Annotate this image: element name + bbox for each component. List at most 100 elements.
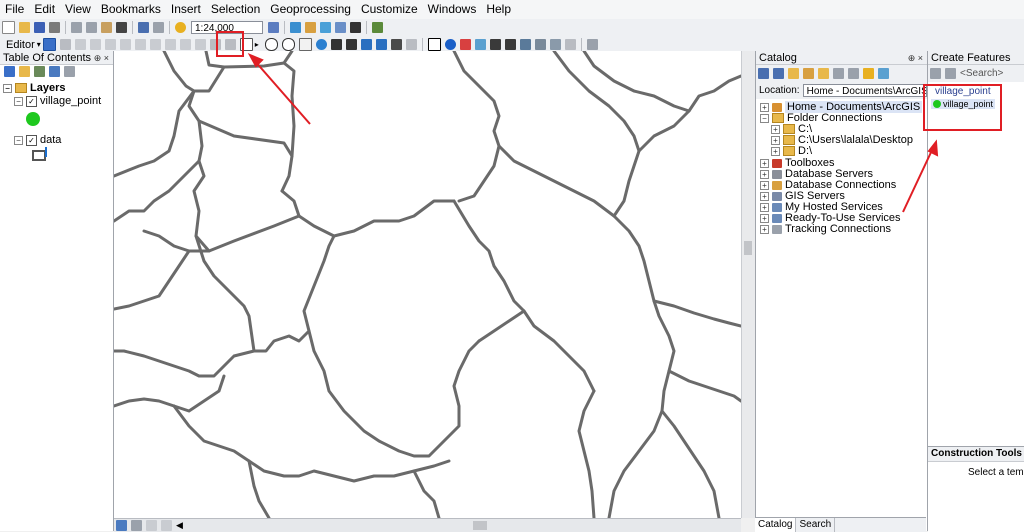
catalog-window-icon[interactable] [305, 22, 316, 33]
pin-icon[interactable]: ⊕ × [908, 51, 923, 65]
expand-icon[interactable]: + [760, 202, 769, 212]
list-by-selection-icon[interactable] [49, 66, 60, 77]
pin-icon[interactable]: ⊕ × [94, 51, 109, 65]
pan-icon[interactable] [298, 38, 312, 51]
edit-vertices-icon[interactable] [134, 39, 146, 50]
expand-icon[interactable]: + [760, 102, 769, 112]
go-forward-icon[interactable] [375, 39, 387, 50]
search-window-icon[interactable] [320, 22, 331, 33]
layout-view-icon[interactable] [116, 520, 127, 531]
menu-edit[interactable]: Edit [29, 0, 60, 19]
reshape-icon[interactable] [149, 39, 161, 50]
ui-options-icon[interactable] [586, 39, 598, 50]
modelbuilder-icon[interactable] [372, 22, 383, 33]
python-window-icon[interactable] [350, 22, 361, 33]
redo-icon[interactable] [153, 22, 164, 33]
full-extent-icon[interactable] [315, 39, 327, 50]
expand-icon[interactable]: + [771, 146, 780, 156]
save-icon[interactable] [34, 22, 45, 33]
menu-windows[interactable]: Windows [423, 0, 482, 19]
collapse-icon[interactable]: − [760, 113, 769, 123]
point-icon[interactable] [119, 39, 131, 50]
tree-d-drive[interactable]: + D:\ [771, 145, 812, 157]
location-dropdown[interactable]: Home - Documents\ArcGIS [802, 84, 927, 97]
forward-icon[interactable] [773, 68, 784, 79]
select-elements-icon[interactable] [427, 38, 441, 51]
time-slider-icon[interactable] [549, 39, 561, 50]
html-popup-icon[interactable] [474, 39, 486, 50]
expand-icon[interactable]: + [760, 224, 769, 234]
cut-icon[interactable] [71, 22, 82, 33]
back-icon[interactable] [758, 68, 769, 79]
editor-toolbar-icon[interactable] [268, 22, 279, 33]
data-view-icon[interactable] [131, 520, 142, 531]
print-icon[interactable] [49, 22, 60, 33]
menu-view[interactable]: View [60, 0, 96, 19]
fixed-zoom-out-icon[interactable] [345, 39, 357, 50]
rotate-icon[interactable] [194, 39, 206, 50]
layer-data[interactable]: − ✓ data [14, 134, 61, 146]
chevron-down-icon[interactable]: ▾ [37, 40, 41, 49]
menu-help[interactable]: Help [481, 0, 516, 19]
menu-file[interactable]: File [0, 0, 29, 19]
catalog-window-options-icon[interactable] [878, 68, 889, 79]
find-route-icon[interactable] [519, 39, 531, 50]
collapse-icon[interactable]: − [14, 96, 23, 106]
split-icon[interactable] [179, 39, 191, 50]
vertical-scroll-thumb[interactable] [744, 241, 752, 255]
new-document-icon[interactable] [2, 21, 15, 34]
template-search-input[interactable]: <Search> [960, 68, 1003, 79]
tree-tracking-connections[interactable]: + Tracking Connections [760, 223, 891, 235]
copy-icon[interactable] [86, 22, 97, 33]
menu-customize[interactable]: Customize [356, 0, 423, 19]
edit-tool-icon[interactable] [42, 38, 56, 51]
expand-icon[interactable]: + [760, 191, 769, 201]
expand-icon[interactable]: + [771, 135, 780, 145]
hyperlink-icon[interactable] [459, 39, 471, 50]
home-icon[interactable] [803, 68, 814, 79]
expand-icon[interactable]: + [760, 169, 769, 179]
menu-bookmarks[interactable]: Bookmarks [96, 0, 166, 19]
expand-icon[interactable]: + [760, 180, 769, 190]
editor-menu-button[interactable]: Editor [6, 39, 35, 51]
catalog-options-icon[interactable] [863, 68, 874, 79]
open-icon[interactable] [19, 22, 30, 33]
layer-visibility-checkbox[interactable]: ✓ [26, 95, 37, 107]
measure-icon[interactable] [489, 39, 501, 50]
data-symbol-icon[interactable] [32, 150, 46, 161]
map-vertical-scrollbar[interactable] [741, 51, 755, 518]
arctoolbox-icon[interactable] [335, 22, 346, 33]
identify-icon[interactable] [444, 39, 456, 50]
fixed-zoom-in-icon[interactable] [330, 39, 342, 50]
go-back-icon[interactable] [360, 39, 372, 50]
cut-polygons-icon[interactable] [164, 39, 176, 50]
expand-icon[interactable]: + [760, 213, 769, 223]
organize-templates-icon[interactable] [930, 68, 941, 79]
go-to-xy-icon[interactable] [534, 39, 546, 50]
scroll-left-icon[interactable]: ◀ [176, 520, 183, 531]
collapse-icon[interactable]: − [14, 135, 23, 145]
toc-options-icon[interactable] [64, 66, 75, 77]
menu-insert[interactable]: Insert [166, 0, 206, 19]
layers-node[interactable]: − Layers [3, 82, 65, 94]
straight-segment-icon[interactable] [74, 39, 86, 50]
list-by-drawing-order-icon[interactable] [4, 66, 15, 77]
disconnect-folder-icon[interactable] [833, 68, 844, 79]
expand-icon[interactable]: + [760, 158, 769, 168]
create-viewer-window-icon[interactable] [564, 39, 576, 50]
trace-icon[interactable] [104, 39, 116, 50]
menu-geoprocessing[interactable]: Geoprocessing [265, 0, 356, 19]
village-point-symbol-icon[interactable] [26, 112, 40, 126]
end-point-arc-icon[interactable] [89, 39, 101, 50]
tab-catalog[interactable]: Catalog [755, 518, 797, 532]
horizontal-scroll-thumb[interactable] [472, 521, 487, 530]
find-icon[interactable] [504, 39, 516, 50]
add-data-icon[interactable] [175, 22, 186, 33]
delete-icon[interactable] [116, 22, 127, 33]
connect-folder-icon[interactable] [818, 68, 829, 79]
edit-annotation-icon[interactable] [59, 39, 71, 50]
up-level-icon[interactable] [788, 68, 799, 79]
tab-search[interactable]: Search [796, 518, 836, 532]
layer-visibility-checkbox[interactable]: ✓ [26, 134, 37, 146]
filter-icon[interactable] [945, 68, 956, 79]
